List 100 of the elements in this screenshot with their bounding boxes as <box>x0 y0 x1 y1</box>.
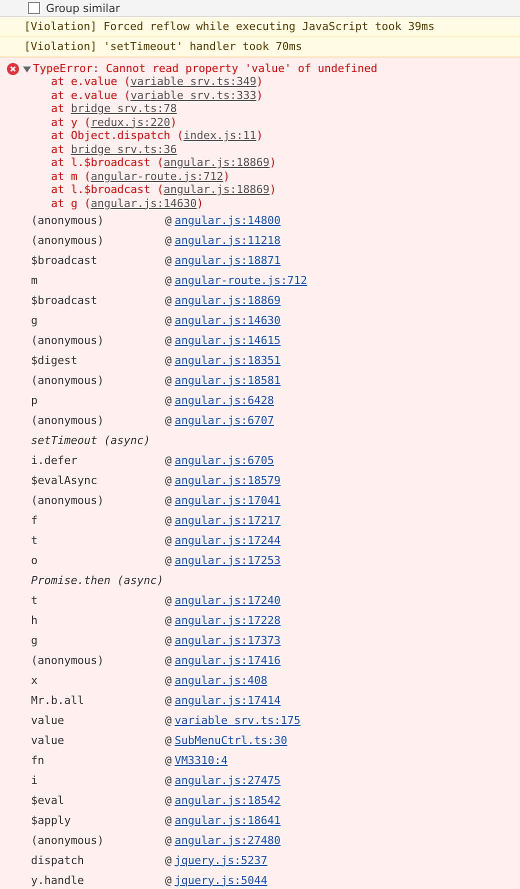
function-name: f <box>31 514 39 526</box>
source-link[interactable]: angular.js:27475 <box>174 774 281 786</box>
at-sign: @ <box>165 254 172 266</box>
source-link[interactable]: angular.js:18579 <box>174 474 281 486</box>
function-name: value <box>31 714 66 726</box>
at-sign: @ <box>165 594 172 606</box>
source-link[interactable]: angular.js:17373 <box>174 634 281 646</box>
source-link[interactable]: angular.js:18869 <box>174 294 281 306</box>
source-link[interactable]: angular.js:27480 <box>174 834 281 846</box>
stack-trace-line: at l.$broadcast (angular.js:18869) <box>51 156 276 170</box>
function-name: (anonymous) <box>31 414 105 426</box>
group-similar-checkbox[interactable] <box>28 2 40 14</box>
at-sign: @ <box>165 874 172 886</box>
source-link[interactable]: variable srv.ts:175 <box>174 714 300 726</box>
source-link[interactable]: bridge srv.ts:78 <box>70 102 177 115</box>
source-link[interactable]: angular.js:17217 <box>174 514 281 526</box>
stack-trace-line: at l.$broadcast (angular.js:18869) <box>51 183 276 196</box>
source-link[interactable]: angular.js:6428 <box>174 394 274 406</box>
at-sign: @ <box>165 234 172 246</box>
async-label: Promise.then (async) <box>31 574 164 586</box>
at-sign: @ <box>165 674 172 686</box>
source-link[interactable]: bridge srv.ts:36 <box>70 142 177 156</box>
source-link[interactable]: angular.js:17041 <box>174 494 281 506</box>
function-name: $apply <box>31 814 72 826</box>
source-link[interactable]: angular.js:11218 <box>174 234 281 246</box>
source-link[interactable]: angular.js:17240 <box>174 594 281 606</box>
source-link[interactable]: angular.js:14630 <box>90 196 197 210</box>
source-link[interactable]: angular.js:17228 <box>174 614 281 626</box>
function-name: $broadcast <box>31 294 98 306</box>
source-link[interactable]: angular.js:17414 <box>174 694 281 706</box>
function-name: value <box>31 734 66 746</box>
source-link[interactable]: jquery.js:5237 <box>174 854 268 866</box>
source-link[interactable]: angular.js:14615 <box>174 334 281 346</box>
function-name: p <box>31 394 39 406</box>
source-link[interactable]: angular.js:17244 <box>174 534 281 546</box>
source-link[interactable]: angular.js:18581 <box>174 374 281 386</box>
function-name: (anonymous) <box>31 334 105 346</box>
source-link[interactable]: SubMenuCtrl.ts:30 <box>174 734 288 746</box>
source-link[interactable]: angular.js:14800 <box>174 214 281 226</box>
stack-trace-line: at e.value (variable srv.ts:333) <box>51 88 263 102</box>
at-sign: @ <box>165 334 172 346</box>
at-sign: @ <box>165 494 172 506</box>
expand-triangle-icon[interactable] <box>23 64 31 72</box>
source-link[interactable]: angular.js:18641 <box>174 814 281 826</box>
function-name: m <box>31 274 39 286</box>
function-name: y.handle <box>31 874 85 886</box>
checkbox-label: Group similar <box>46 2 120 14</box>
at-sign: @ <box>165 474 172 486</box>
error-icon <box>7 62 19 74</box>
function-name: $eval <box>31 794 66 806</box>
source-link[interactable]: variable srv.ts:333 <box>130 88 256 102</box>
at-sign: @ <box>165 774 172 786</box>
stack-trace-line: at Object.dispatch (index.js:11) <box>51 129 263 142</box>
source-link[interactable]: jquery.js:5044 <box>174 874 268 886</box>
at-sign: @ <box>165 274 172 286</box>
at-sign: @ <box>165 394 172 406</box>
source-link[interactable]: angular.js:408 <box>174 674 268 686</box>
function-name: i.defer <box>31 454 78 466</box>
at-sign: @ <box>165 614 172 626</box>
at-sign: @ <box>165 854 172 866</box>
at-sign: @ <box>165 634 172 646</box>
source-link[interactable]: redux.js:220 <box>90 116 170 128</box>
source-link[interactable]: angular.js:6705 <box>174 454 274 466</box>
at-sign: @ <box>165 654 172 666</box>
at-sign: @ <box>165 374 172 386</box>
source-link[interactable]: VM3310:4 <box>174 754 228 766</box>
source-link[interactable]: angular.js:14630 <box>174 314 281 326</box>
stack-trace-line: at m (angular-route.js:712) <box>51 170 230 183</box>
function-name: dispatch <box>31 854 85 866</box>
function-name: t <box>31 534 39 546</box>
function-name: t <box>31 594 39 606</box>
violation-message: [Violation] Forced reflow while executing JavaScript took 39ms <box>0 17 520 37</box>
at-sign: @ <box>165 294 172 306</box>
stack-trace-line: at e.value (variable srv.ts:349) <box>51 75 263 88</box>
function-name: o <box>31 554 39 566</box>
stack-trace-line: at bridge srv.ts:36 <box>51 142 177 156</box>
at-sign: @ <box>165 714 172 726</box>
function-name: $broadcast <box>31 254 98 266</box>
at-sign: @ <box>165 694 172 706</box>
source-link[interactable]: angular.js:18351 <box>174 354 281 366</box>
at-sign: @ <box>165 834 172 846</box>
at-sign: @ <box>165 314 172 326</box>
function-name: g <box>31 314 39 326</box>
source-link[interactable]: angular.js:6707 <box>174 414 274 426</box>
source-link[interactable]: angular.js:17253 <box>174 554 281 566</box>
at-sign: @ <box>165 214 172 226</box>
source-link[interactable]: angular.js:18871 <box>174 254 281 266</box>
source-link[interactable]: angular.js:18869 <box>164 183 270 196</box>
source-link[interactable]: angular.js:18869 <box>164 156 270 169</box>
source-link[interactable]: angular.js:17416 <box>174 654 281 666</box>
source-link[interactable]: index.js:11 <box>183 129 256 142</box>
source-link[interactable]: angular.js:18542 <box>174 794 281 806</box>
source-link[interactable]: angular-route.js:712 <box>174 274 308 286</box>
source-link[interactable]: angular-route.js:712 <box>90 170 224 182</box>
source-link[interactable]: variable srv.ts:349 <box>130 75 256 88</box>
at-sign: @ <box>165 814 172 826</box>
function-name: (anonymous) <box>31 654 105 666</box>
at-sign: @ <box>165 554 172 566</box>
at-sign: @ <box>165 734 172 746</box>
function-name: (anonymous) <box>31 234 105 246</box>
